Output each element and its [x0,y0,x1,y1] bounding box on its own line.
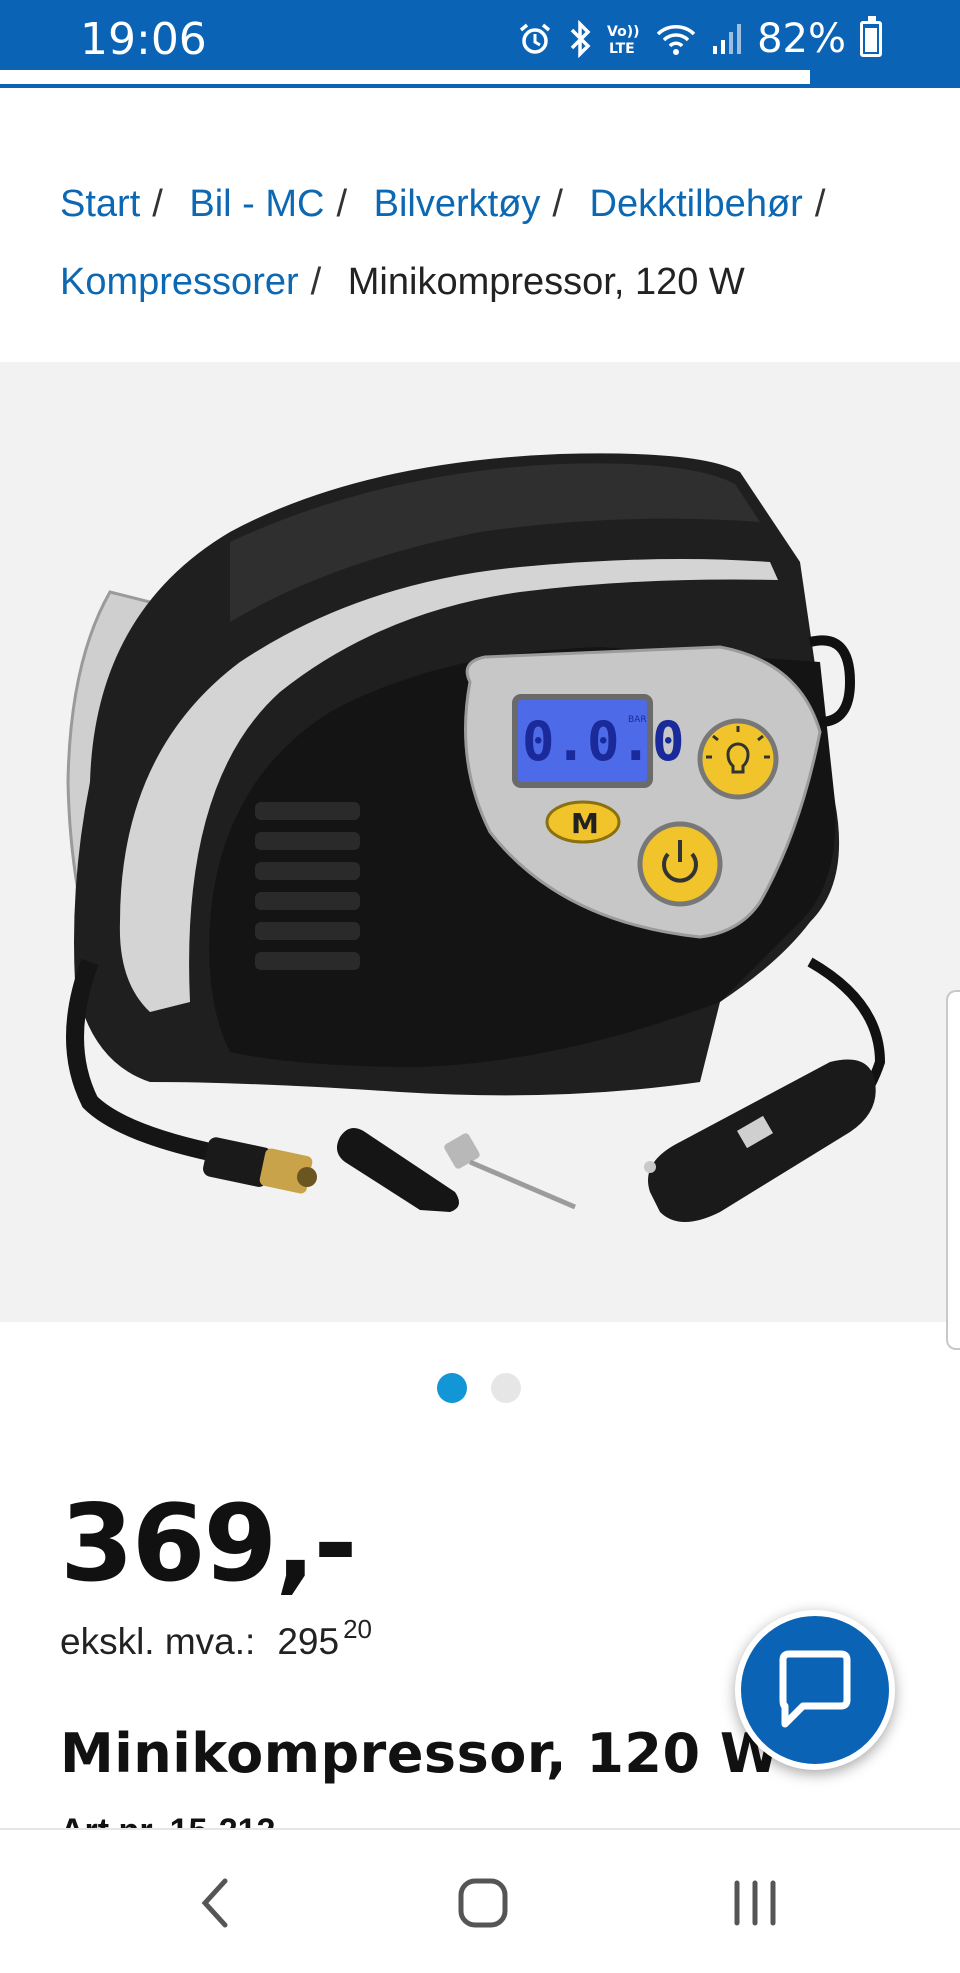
chat-button[interactable] [735,1610,895,1770]
price-ex-vat: ekskl. mva.: 295 20 [60,1614,372,1663]
status-icons: Vo)) LTE 82% [517,16,882,62]
product-price: 369,- [60,1482,358,1605]
hose-connector [203,1137,317,1194]
wifi-icon [656,25,696,55]
back-icon [201,1878,228,1927]
ex-vat-value: 295 [277,1621,340,1662]
carousel-dot-1[interactable] [437,1373,467,1403]
carousel-dots [437,1373,521,1403]
chat-icon [779,1650,851,1728]
lcd-readout: 0.0.0 [522,710,685,773]
breadcrumb-link-start[interactable]: Start [60,183,140,225]
breadcrumb-current: Minikompressor, 120 W [347,261,745,303]
breadcrumb-separator: / [152,183,163,225]
battery-icon [860,16,882,57]
light-button [697,718,779,800]
breadcrumb-link-dekktilbehor[interactable]: Dekktilbehør [590,183,803,225]
carousel-dot-2[interactable] [491,1373,521,1403]
product-image-carousel[interactable]: 0.0.0 BAR M [0,362,960,1322]
breadcrumb-separator: / [552,183,563,225]
alarm-icon [519,23,551,54]
product-image: 0.0.0 BAR M [66,453,886,1222]
side-panel-handle[interactable] [946,990,960,1350]
page-load-progress [0,70,960,88]
needle-adapter [444,1133,576,1210]
mode-button-label: M [571,807,599,840]
system-nav-bar [0,1828,960,1973]
home-button[interactable] [423,1830,543,1973]
breadcrumb-separator: / [814,183,826,225]
breadcrumb-link-bilverktoy[interactable]: Bilverktøy [374,183,541,225]
breadcrumb: Start / Bil - MC / Bilverktøy / Dekktilbehø… [60,165,920,321]
ex-vat-label: ekskl. mva.: [60,1621,256,1662]
status-time: 19:06 [80,14,207,65]
volte-icon: Vo)) LTE [607,24,639,57]
recents-button[interactable] [695,1830,815,1973]
back-button[interactable] [155,1830,275,1973]
signal-icon [713,24,742,54]
power-button [637,821,723,907]
nozzle-adapter [336,1128,459,1212]
breadcrumb-link-kompressorer[interactable]: Kompressorer [60,261,299,303]
recents-icon [734,1880,776,1925]
svg-text:Vo)): Vo)) [607,24,639,40]
lcd-unit: BAR [628,715,647,725]
bluetooth-icon [570,20,591,58]
breadcrumb-separator: / [310,261,322,303]
breadcrumb-link-bil-mc[interactable]: Bil - MC [189,183,324,225]
svg-text:LTE: LTE [609,41,635,57]
battery-percent: 82% [757,16,846,62]
product-title: Minikompressor, 120 W [60,1722,780,1785]
article-number: Art.nr. 15-212 [60,1812,275,1828]
ex-vat-cents: 20 [343,1614,372,1644]
breadcrumb-separator: / [336,183,348,225]
home-icon [458,1878,508,1927]
